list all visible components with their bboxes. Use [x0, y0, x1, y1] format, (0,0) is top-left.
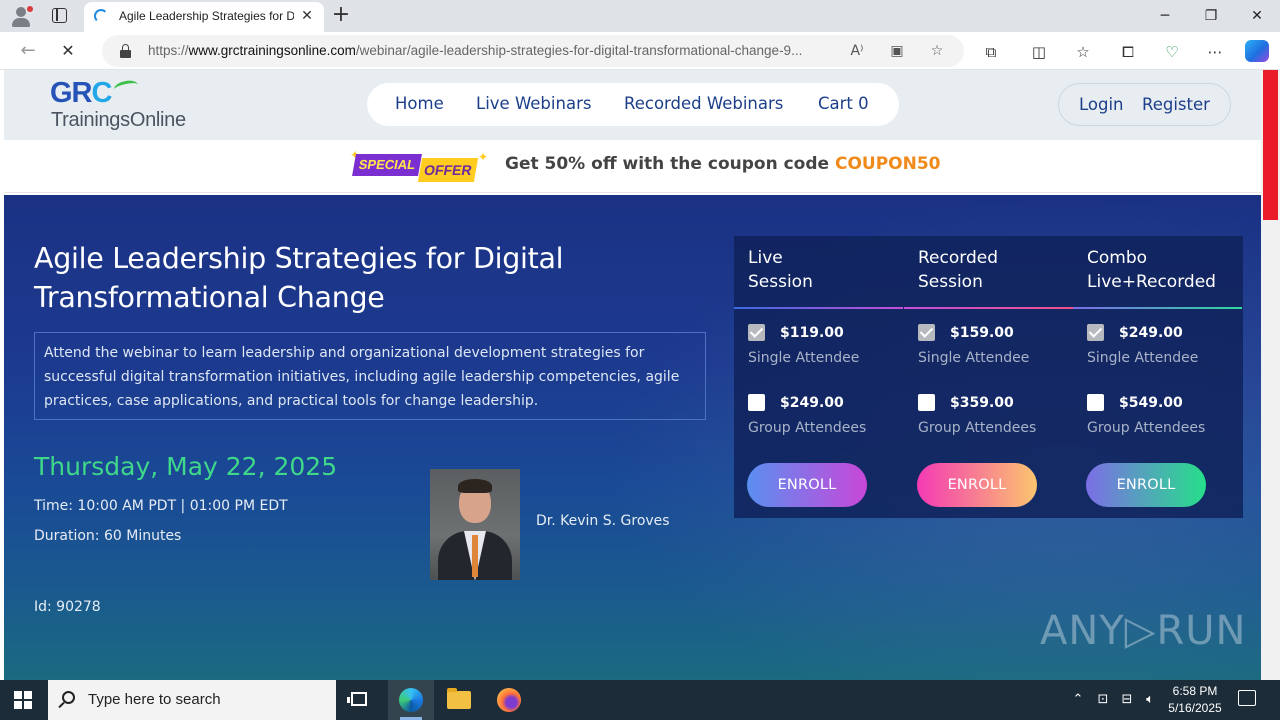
- settings-more-icon[interactable]: ⋯: [1204, 41, 1226, 63]
- pricing-col-title: Recorded Session: [918, 248, 998, 292]
- page-scrollbar[interactable]: [1261, 70, 1280, 680]
- enroll-button[interactable]: ENROLL: [917, 463, 1037, 507]
- special-offer-badge: ✦ ✦ SPECIAL OFFER: [350, 148, 490, 184]
- browser-tab-bar: Agile Leadership Strategies for Di ✕ + ─…: [0, 0, 1280, 32]
- windows-taskbar: Type here to search ⌃ ⊡ ⊟ 🔈︎ 6:58 PM 5/1…: [0, 680, 1280, 720]
- collections-icon[interactable]: ⧠: [1117, 41, 1139, 63]
- show-hidden-icons-chevron-icon[interactable]: ⌃: [1070, 690, 1086, 710]
- pricing-col-combo: Combo Live+Recorded $249.00 Single Attend…: [1073, 236, 1243, 518]
- page-viewport: GRC TrainingsOnline Home Live Webinars R…: [4, 70, 1261, 680]
- single-attendee-checkbox[interactable]: [748, 324, 765, 341]
- webinar-id: Id: 90278: [34, 599, 101, 615]
- login-link[interactable]: Login: [1079, 95, 1124, 114]
- edge-icon: [399, 688, 423, 712]
- pricing-col-recorded: Recorded Session $159.00 Single Attendee …: [904, 236, 1074, 518]
- browser-tab-active[interactable]: Agile Leadership Strategies for Di ✕: [84, 2, 324, 32]
- auth-nav: Login Register: [1058, 83, 1231, 126]
- taskbar-firefox[interactable]: [486, 680, 532, 720]
- windows-start-icon[interactable]: [14, 691, 32, 709]
- webinar-time: Time: 10:00 AM PDT | 01:00 PM EDT: [34, 498, 288, 514]
- address-bar[interactable]: https://www.grctrainingsonline.com/webin…: [102, 35, 964, 67]
- system-clock[interactable]: 6:58 PM 5/16/2025: [1160, 683, 1230, 717]
- tab-title: Agile Leadership Strategies for Di: [119, 9, 294, 23]
- group-attendees-checkbox[interactable]: [1087, 394, 1104, 411]
- back-arrow-icon[interactable]: ←: [16, 39, 40, 63]
- favorites-icon[interactable]: ☆: [1072, 41, 1094, 63]
- task-view-button[interactable]: [337, 680, 383, 720]
- device-icon[interactable]: ⊡: [1094, 690, 1112, 710]
- group-attendees-checkbox[interactable]: [748, 394, 765, 411]
- pricing-col-live: Live Session $119.00 Single Attendee $249…: [734, 236, 904, 518]
- main-nav: Home Live Webinars Recorded Webinars Car…: [367, 83, 899, 126]
- new-tab-button[interactable]: +: [330, 4, 352, 26]
- profile-icon[interactable]: [8, 4, 34, 28]
- webinar-title: Agile Leadership Strategies for Digital …: [34, 242, 564, 314]
- network-icon[interactable]: ⊟: [1118, 690, 1136, 710]
- firefox-icon: [497, 688, 521, 712]
- browser-essentials-icon[interactable]: ♡: [1161, 41, 1183, 63]
- stop-loading-icon[interactable]: ✕: [56, 39, 80, 63]
- close-window-button[interactable]: ✕: [1242, 6, 1272, 26]
- speaker-photo: [430, 469, 520, 580]
- enroll-button[interactable]: ENROLL: [747, 463, 867, 507]
- pricing-col-title: Live Session: [748, 248, 813, 292]
- scrollbar-thumb[interactable]: [1263, 70, 1278, 220]
- anyrun-watermark: ANY▷RUN: [1040, 608, 1247, 654]
- loading-favicon-icon: [94, 9, 108, 23]
- nav-recorded-webinars[interactable]: Recorded Webinars: [624, 94, 783, 113]
- site-logo[interactable]: GRC TrainingsOnline: [48, 77, 188, 135]
- restore-button[interactable]: ❐: [1196, 6, 1226, 26]
- site-header: GRC TrainingsOnline Home Live Webinars R…: [4, 70, 1261, 140]
- favorite-star-icon[interactable]: ☆: [927, 42, 947, 60]
- offer-text: Get 50% off with the coupon code COUPON5…: [505, 154, 941, 174]
- taskbar-file-explorer[interactable]: [436, 680, 482, 720]
- task-view-icon: [347, 692, 367, 706]
- notification-icon[interactable]: [1238, 690, 1256, 706]
- coupon-code: COUPON50: [834, 154, 941, 174]
- nav-cart[interactable]: Cart 0: [818, 94, 869, 113]
- webinar-description: Attend the webinar to learn leadership a…: [34, 332, 706, 420]
- lock-icon[interactable]: [120, 44, 131, 58]
- extensions-icon[interactable]: ⧉: [980, 41, 1002, 63]
- group-attendees-checkbox[interactable]: [918, 394, 935, 411]
- register-link[interactable]: Register: [1142, 95, 1210, 114]
- speaker-name[interactable]: Dr. Kevin S. Groves: [536, 513, 670, 529]
- tab-close-icon[interactable]: ✕: [299, 7, 315, 25]
- pricing-col-title: Combo Live+Recorded: [1087, 248, 1216, 292]
- tab-actions-icon[interactable]: [52, 8, 67, 23]
- search-icon: [62, 691, 75, 704]
- copilot-icon[interactable]: [1245, 40, 1269, 62]
- address-toolbar: ← ✕ https://www.grctrainingsonline.com/w…: [0, 32, 1280, 70]
- split-screen-icon[interactable]: ◫: [1028, 41, 1050, 63]
- enroll-button[interactable]: ENROLL: [1086, 463, 1206, 507]
- url-text[interactable]: https://www.grctrainingsonline.com/webin…: [148, 43, 838, 58]
- pricing-table: Live Session $119.00 Single Attendee $249…: [734, 236, 1243, 518]
- single-attendee-checkbox[interactable]: [1087, 324, 1104, 341]
- taskbar-edge[interactable]: [388, 680, 434, 720]
- minimize-button[interactable]: ─: [1150, 6, 1180, 26]
- single-attendee-checkbox[interactable]: [918, 324, 935, 341]
- volume-icon[interactable]: 🔈︎: [1141, 690, 1159, 710]
- immersive-reader-icon[interactable]: ▣: [887, 42, 907, 60]
- read-aloud-icon[interactable]: A⁾: [847, 42, 867, 60]
- nav-home[interactable]: Home: [395, 94, 444, 113]
- webinar-duration: Duration: 60 Minutes: [34, 528, 182, 544]
- webinar-hero: Agile Leadership Strategies for Digital …: [4, 195, 1261, 680]
- taskbar-search-box[interactable]: Type here to search: [48, 680, 336, 720]
- nav-live-webinars[interactable]: Live Webinars: [476, 94, 591, 113]
- folder-icon: [447, 688, 471, 709]
- webinar-date: Thursday, May 22, 2025: [34, 452, 338, 481]
- logo-swoosh-icon: [113, 78, 139, 96]
